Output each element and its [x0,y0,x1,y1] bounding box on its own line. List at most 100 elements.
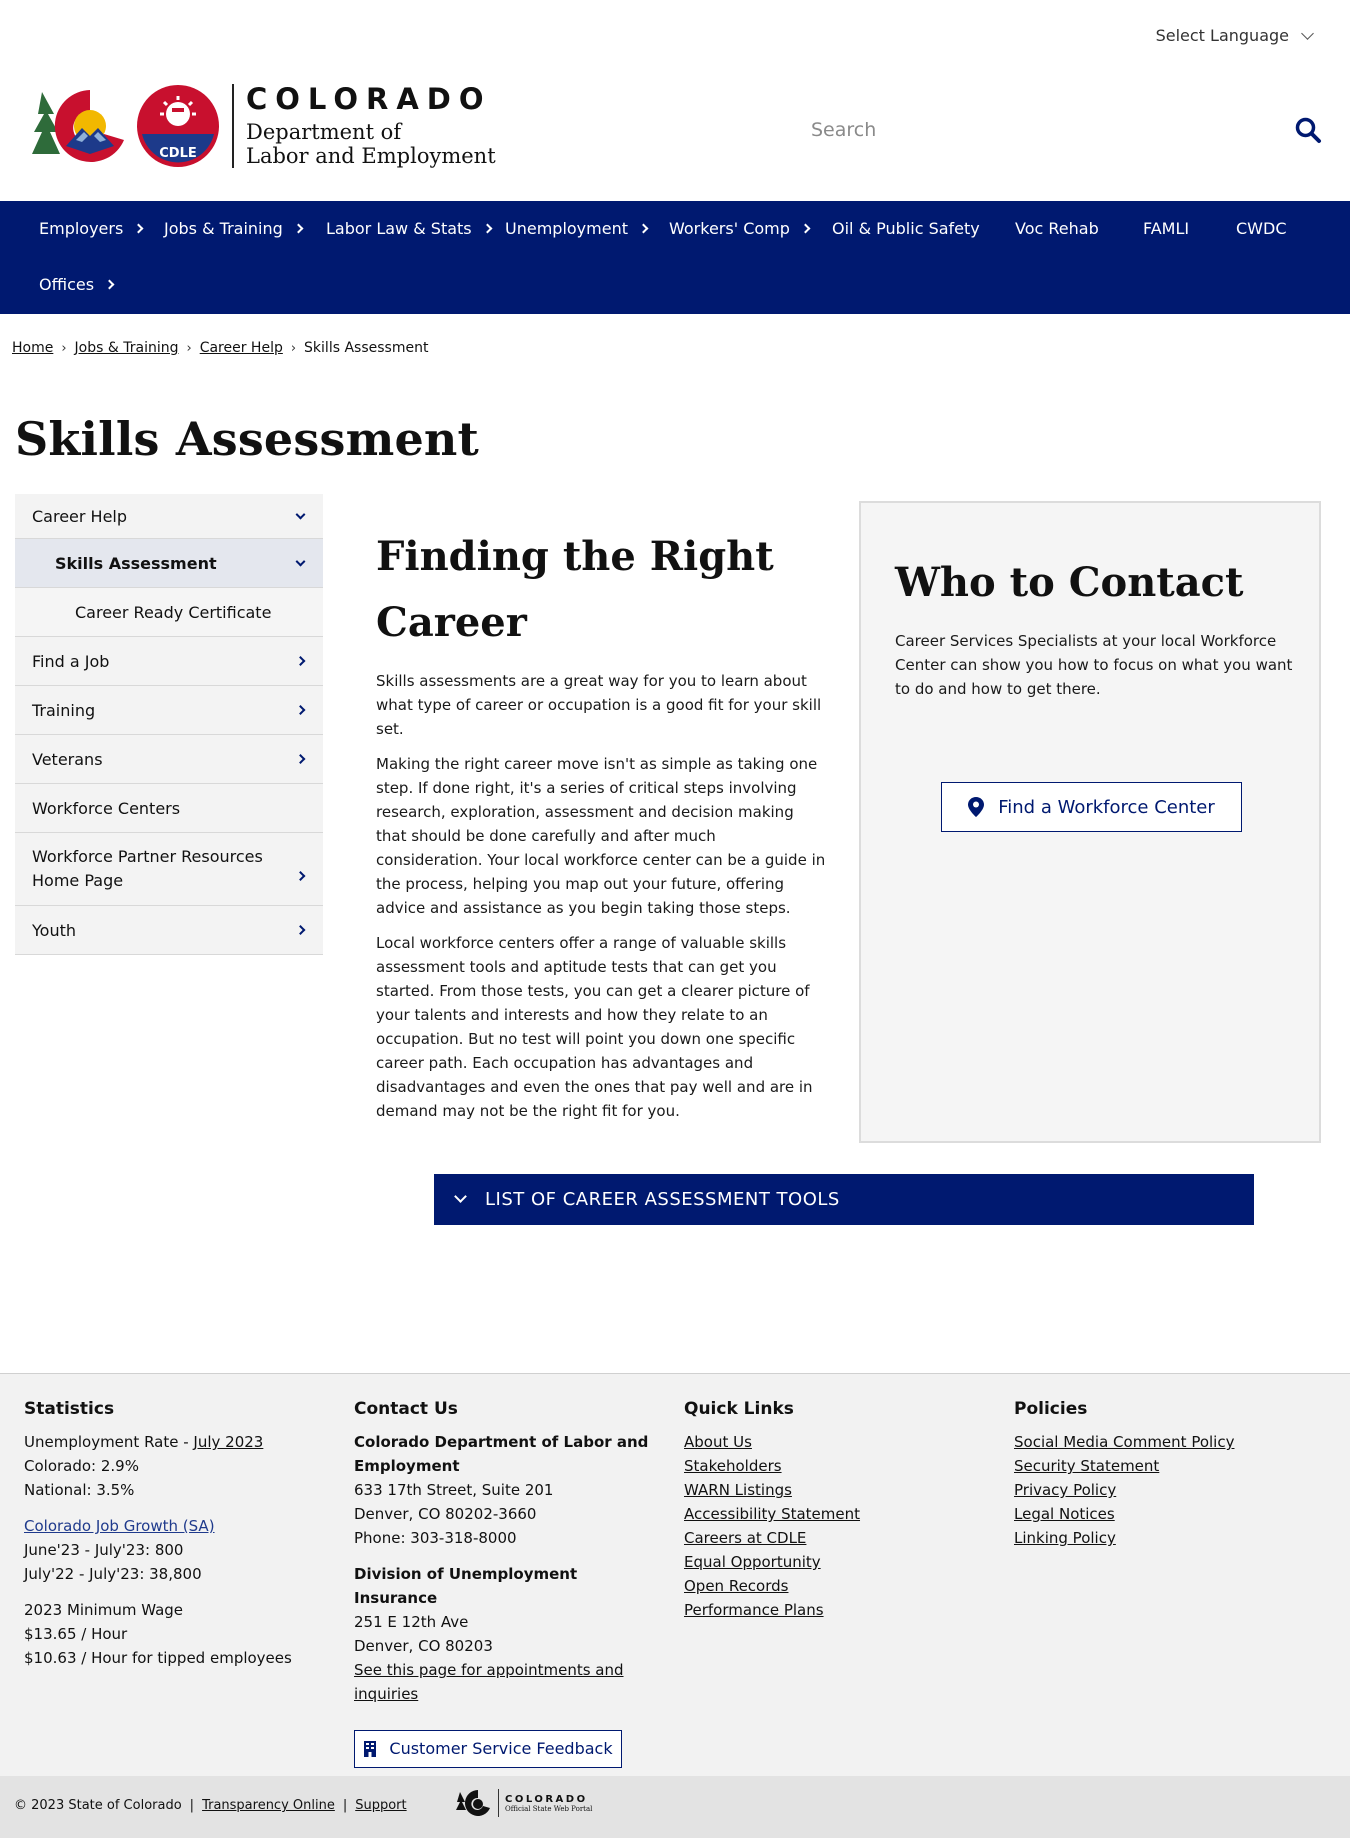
find-workforce-center-label: Find a Workforce Center [998,796,1215,818]
breadcrumb-current: Skills Assessment [304,340,429,356]
separator: | [342,1798,348,1813]
nav-label: Voc Rehab [1015,219,1099,238]
unemployment-date-link[interactable]: July 2023 [193,1433,263,1451]
nav-label: FAMLI [1143,219,1190,238]
customer-feedback-button[interactable]: Customer Service Feedback [354,1730,622,1768]
sidenav-label: Veterans [32,749,103,769]
chevron-right-icon [638,223,649,234]
article-heading: Finding the Right Career [376,533,774,646]
map-pin-icon [968,797,985,817]
search-icon[interactable] [1294,116,1322,144]
nav-item-cwdc[interactable]: CWDC [1236,219,1286,238]
quick-link-performance-plans[interactable]: Performance Plans [684,1601,824,1619]
sidenav-item-skills-assessment[interactable]: Skills Assessment [15,539,323,588]
separator: | [189,1798,195,1813]
search-input[interactable] [811,112,1323,148]
nav-item-oil-public-safety[interactable]: Oil & Public Safety [832,219,980,238]
career-tools-accordion[interactable]: LIST OF CAREER ASSESSMENT TOOLS [434,1174,1254,1225]
org-address-line: 251 E 12th Ave [354,1613,469,1631]
sidenav-label: Training [32,700,96,720]
footer-heading: Contact Us [354,1399,458,1419]
policy-link-linking[interactable]: Linking Policy [1014,1529,1116,1547]
state-portal-logo[interactable]: COLORADO Official State Web Portal [454,1788,592,1818]
sidenav-label: Workforce Centers [32,798,181,818]
contact-heading: Who to Contact [895,559,1244,606]
sidenav-item-career-help[interactable]: Career Help [15,494,323,539]
sidenav-label: Workforce Partner Resources Home Page [32,847,263,890]
nav-item-offices[interactable]: Offices [39,275,115,294]
article-paragraph: Making the right career move isn't as si… [376,755,826,917]
cdle-badge-text: CDLE [159,146,197,161]
nav-item-unemployment[interactable]: Unemployment [505,219,649,238]
job-growth-link[interactable]: Colorado Job Growth (SA) [24,1517,215,1535]
chevron-right-icon[interactable] [295,925,306,935]
sidenav-item-find-a-job[interactable]: Find a Job [15,637,323,686]
sidenav-item-veterans[interactable]: Veterans [15,735,323,784]
nav-item-labor-law-stats[interactable]: Labor Law & Stats [326,219,493,238]
breadcrumb-separator: › [61,340,67,356]
sidenav-item-career-ready-certificate[interactable]: Career Ready Certificate [15,588,323,637]
logo-divider [232,84,234,168]
min-wage-title: 2023 Minimum Wage [24,1601,184,1619]
copyright-text: © 2023 State of Colorado [14,1798,182,1813]
breadcrumb-separator: › [290,340,297,356]
footer-heading: Policies [1014,1399,1088,1419]
quick-link-about-us[interactable]: About Us [684,1433,752,1451]
national-rate: National: 3.5% [24,1481,135,1499]
policy-link-privacy[interactable]: Privacy Policy [1014,1481,1116,1499]
breadcrumb-link-jobs-training[interactable]: Jobs & Training [75,340,179,356]
article-paragraph: Skills assessments are a great way for y… [376,672,822,738]
breadcrumb-separator: › [186,340,192,356]
quick-link-equal-opportunity[interactable]: Equal Opportunity [684,1553,821,1571]
logo-dept-line1: Department of [246,120,402,144]
chevron-down-icon[interactable] [295,556,306,567]
nav-item-jobs-training[interactable]: Jobs & Training [164,219,304,238]
breadcrumb-link-career-help[interactable]: Career Help [200,340,283,356]
quick-link-open-records[interactable]: Open Records [684,1577,788,1595]
nav-item-employers[interactable]: Employers [39,219,144,238]
chevron-right-icon[interactable] [295,656,306,666]
transparency-link[interactable]: Transparency Online [202,1798,335,1813]
breadcrumb-link-home[interactable]: Home [12,340,53,356]
find-workforce-center-button[interactable]: Find a Workforce Center [941,782,1242,832]
sidenav-label: Career Help [32,506,128,526]
quick-link-careers[interactable]: Careers at CDLE [684,1529,806,1547]
nav-label: CWDC [1236,219,1287,238]
chevron-right-icon[interactable] [295,871,306,882]
sidenav-item-youth[interactable]: Youth [15,906,323,955]
sidenav-item-training[interactable]: Training [15,686,323,735]
appointments-link[interactable]: See this page for appointments and inqui… [354,1661,624,1703]
breadcrumb: Home › Jobs & Training › Career Help › S… [12,340,428,356]
nav-item-workers-comp[interactable]: Workers' Comp [669,219,811,238]
sidenav-label: Skills Assessment [55,553,217,573]
nav-label: Unemployment [505,219,628,238]
language-select[interactable]: Select Language [1156,26,1314,45]
building-icon [364,1741,377,1757]
colorado-logo [32,90,124,162]
chevron-down-icon [454,1190,467,1203]
quick-link-warn-listings[interactable]: WARN Listings [684,1481,792,1499]
org-address-line: Denver, CO 80203 [354,1637,493,1655]
cdle-logo-link[interactable]: CDLE COLORADO Department of Labor and Em… [28,84,496,168]
policy-link-legal[interactable]: Legal Notices [1014,1505,1115,1523]
min-wage-tipped: $10.63 / Hour for tipped employees [24,1649,292,1667]
policy-link-social-media[interactable]: Social Media Comment Policy [1014,1433,1234,1451]
who-to-contact-box: Who to Contact Career Services Specialis… [859,501,1321,1143]
support-link[interactable]: Support [355,1798,406,1813]
accordion-label: LIST OF CAREER ASSESSMENT TOOLS [485,1189,840,1210]
chevron-right-icon[interactable] [295,705,306,715]
min-wage-standard: $13.65 / Hour [24,1625,128,1643]
chevron-down-icon[interactable] [295,509,306,520]
policy-link-security[interactable]: Security Statement [1014,1457,1159,1475]
sidenav-item-workforce-centers[interactable]: Workforce Centers [15,784,323,833]
quick-link-stakeholders[interactable]: Stakeholders [684,1457,782,1475]
org-address-line: 633 17th Street, Suite 201 [354,1481,554,1499]
nav-item-famli[interactable]: FAMLI [1143,219,1189,238]
nav-label: Oil & Public Safety [832,219,980,238]
sidenav-item-workforce-partner-resources[interactable]: Workforce Partner Resources Home Page [15,833,323,906]
quick-link-accessibility[interactable]: Accessibility Statement [684,1505,860,1523]
article-content: Finding the Right Career Skills assessme… [376,524,826,1134]
nav-item-voc-rehab[interactable]: Voc Rehab [1015,219,1099,238]
chevron-right-icon[interactable] [295,754,306,764]
chevron-down-icon [1301,26,1314,40]
